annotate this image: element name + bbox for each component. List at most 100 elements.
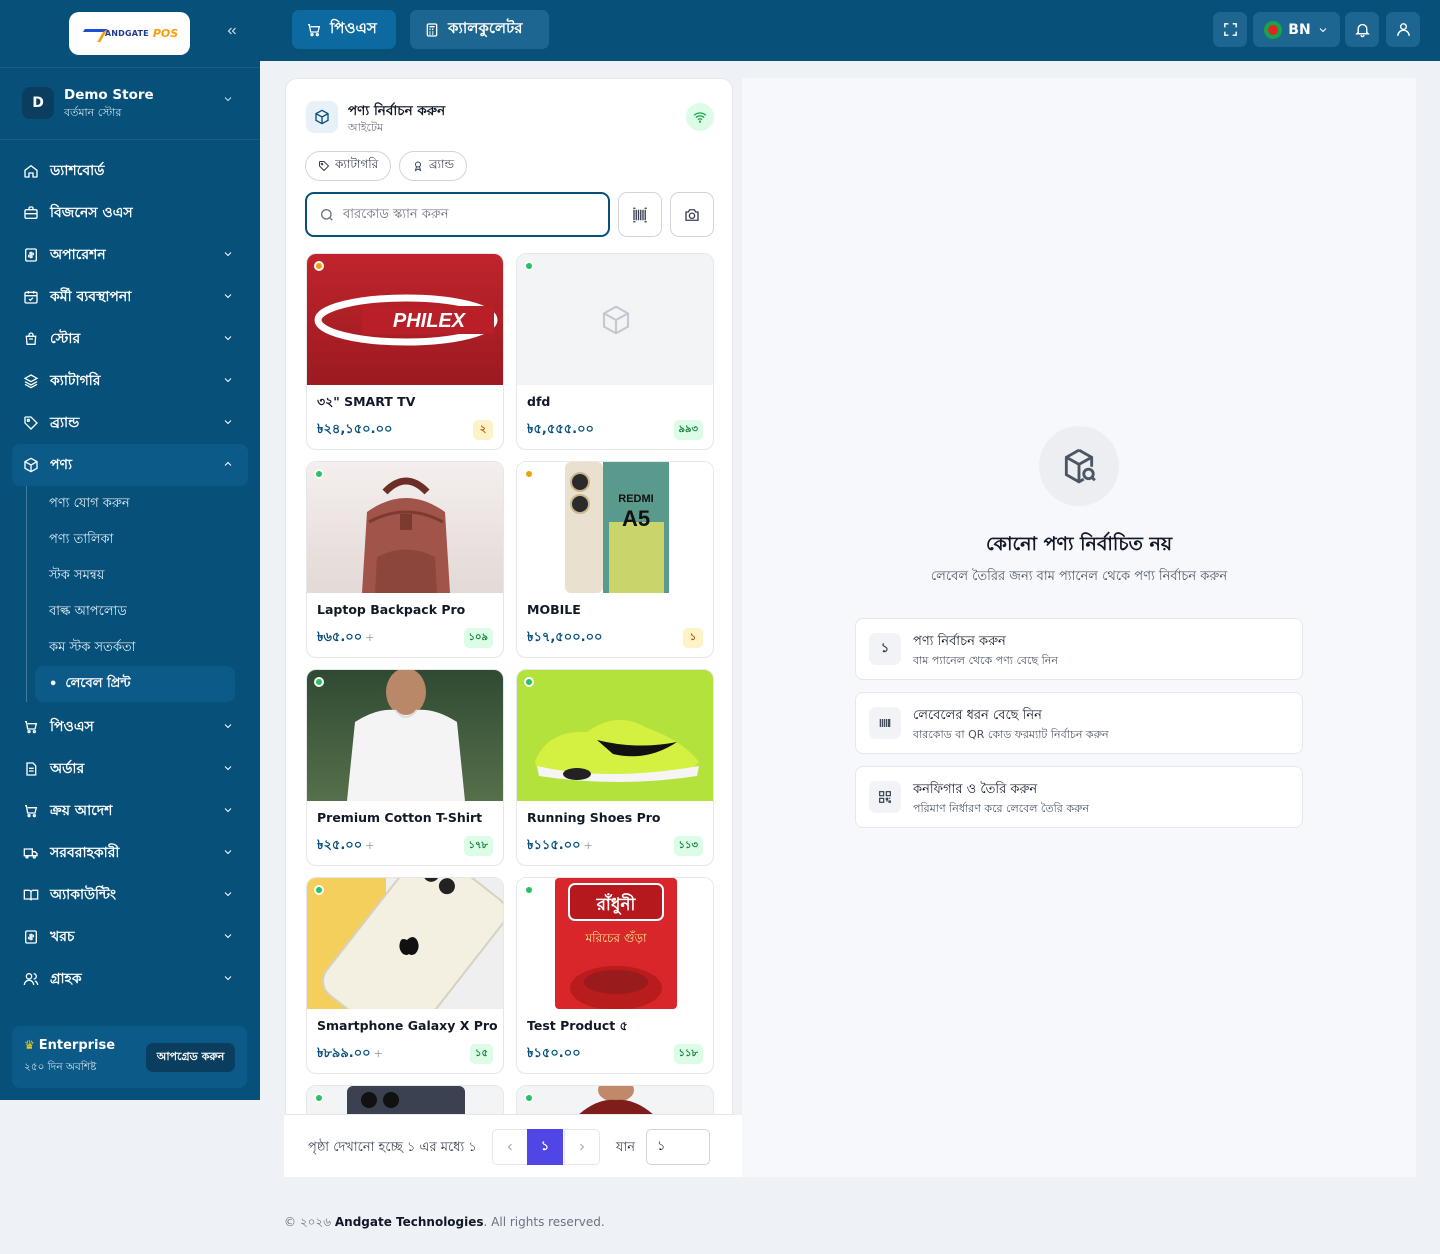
sidebar-item-expense[interactable]: খরচ [12, 916, 248, 958]
svg-text:REDMI: REDMI [618, 493, 653, 505]
stock-status-dot [314, 677, 324, 687]
tab-pos[interactable]: পিওএস [292, 10, 396, 49]
product-card[interactable]: PHILEX ৩২" SMART TV ৳২৪,১৫০.০০ ২ [306, 253, 504, 450]
product-card[interactable]: Premium Cotton T-Shirt ৳২৫.০০ + ১৭৮ [306, 669, 504, 866]
product-card[interactable]: রাঁধুনী মরিচের গুঁড়া Test Product ৫ ৳১৫… [516, 877, 714, 1074]
user-icon [1396, 23, 1410, 36]
step-number-badge: ১ [869, 633, 901, 665]
sidebar-item-label: ব্র্যান্ড [50, 415, 80, 431]
variant-plus: + [583, 839, 593, 852]
sidebar-item-product[interactable]: পণ্য [12, 444, 248, 486]
chevron-down-icon [222, 846, 234, 858]
variant-plus: + [365, 839, 375, 852]
stock-status-dot [524, 885, 534, 895]
step-title: লেবেলের ধরন বেছে নিন [913, 708, 1042, 723]
product-card[interactable] [516, 1085, 714, 1114]
sidebar-item-brand[interactable]: ব্র্যান্ড [12, 402, 248, 444]
sidebar-item-operations[interactable]: অপারেশন [12, 234, 248, 276]
barcode-search-input[interactable] [343, 207, 583, 222]
app-logo[interactable]: ANDGATE POS [69, 12, 190, 55]
submenu-bulk-upload[interactable]: বাল্ক আপলোড [27, 594, 248, 630]
cart-icon [22, 802, 40, 820]
product-name: ৩২" SMART TV [317, 394, 416, 409]
stock-badge: ১০৯ [463, 628, 493, 648]
cart-icon [308, 23, 321, 36]
sidebar-item-label: কর্মী ব্যবস্থাপনা [50, 289, 132, 305]
product-card[interactable]: dfd ৳৫,৫৫৫.০০ ৯৯৩ [516, 253, 714, 450]
sidebar-item-label: ড্যাশবোর্ড [50, 163, 105, 179]
submenu-low-stock[interactable]: কম স্টক সতর্কতা [27, 630, 248, 666]
sidebar-item-suppliers[interactable]: সরবরাহকারী [12, 832, 248, 874]
sidebar-item-staff[interactable]: কর্মী ব্যবস্থাপনা [12, 276, 248, 318]
sidebar-item-orders[interactable]: অর্ডার [12, 748, 248, 790]
qr-code-icon [869, 781, 901, 813]
product-price: ৳১৫০.০০ [527, 1044, 584, 1065]
footer-copyright: © ২০২৬ [284, 1215, 332, 1229]
stock-status-dot [314, 261, 324, 271]
store-icon [22, 330, 40, 348]
receipt-icon [22, 928, 40, 946]
sidebar-item-label: খরচ [50, 929, 75, 945]
submenu-add-product[interactable]: পণ্য যোগ করুন [27, 486, 248, 522]
upgrade-button[interactable]: আপগ্রেড করুন [146, 1043, 235, 1072]
stock-badge: ১১৩ [673, 836, 703, 856]
sidebar-item-category[interactable]: ক্যাটাগরি [12, 360, 248, 402]
box-icon [602, 304, 630, 335]
pagination-summary: পৃষ্ঠা দেখানো হচ্ছে ১ এর মধ্যে ১ [308, 1140, 477, 1155]
sidebar-item-label: অর্ডার [50, 761, 85, 777]
product-card[interactable]: Laptop Backpack Pro ৳৬৫.০০ + ১০৯ [306, 461, 504, 658]
svg-text:A5: A5 [622, 506, 650, 531]
sidebar-item-store[interactable]: স্টোর [12, 318, 248, 360]
sidebar-item-purchase-order[interactable]: ক্রয় আদেশ [12, 790, 248, 832]
chevron-down-icon [222, 930, 234, 942]
prev-page-button[interactable] [492, 1129, 528, 1165]
submenu-stock-adjust[interactable]: স্টক সমন্বয় [27, 558, 248, 594]
product-image-placeholder [517, 254, 713, 385]
plan-days-left: ২৫০ দিন অবশিষ্ট [24, 1061, 97, 1073]
step-title: পণ্য নির্বাচন করুন [913, 634, 1006, 649]
chevron-down-icon [222, 93, 234, 108]
footer-company-link[interactable]: Andgate Technologies [335, 1215, 484, 1229]
category-filter-chip[interactable]: ক্যাটাগরি [305, 151, 392, 181]
sidebar-item-business-os[interactable]: বিজনেস ওএস [12, 192, 248, 234]
store-switcher[interactable]: D Demo Store বর্তমান স্টোর [0, 67, 260, 140]
sidebar-item-pos[interactable]: পিওএস [12, 706, 248, 748]
go-to-page-input[interactable] [646, 1129, 710, 1165]
notifications-button[interactable] [1345, 12, 1379, 47]
chevron-down-icon [222, 374, 234, 386]
chevron-up-icon [222, 458, 234, 470]
product-image-camera-phone [307, 1086, 503, 1114]
product-card[interactable] [306, 1085, 504, 1114]
barcode-search-field[interactable] [305, 192, 610, 237]
fullscreen-button[interactable] [1213, 12, 1247, 47]
sidebar-item-dashboard[interactable]: ড্যাশবোর্ড [12, 150, 248, 192]
sidebar-item-accounting[interactable]: অ্যাকাউন্টিং [12, 874, 248, 916]
stock-status-dot [314, 1093, 324, 1103]
product-card[interactable]: REDMI A5 MOBILE ৳১৭,৫০০.০০ ১ [516, 461, 714, 658]
tab-calculator[interactable]: ক্যালকুলেটর [410, 10, 549, 49]
product-price: ৳১১৫.০০ + [527, 836, 593, 857]
logo-pos-text: POS [152, 27, 179, 40]
product-submenu: পণ্য যোগ করুন পণ্য তালিকা স্টক সমন্বয় ব… [26, 486, 248, 702]
product-price: ৳৮৯৯.০০ + [317, 1044, 383, 1065]
next-page-button[interactable] [564, 1129, 600, 1165]
brand-filter-chip[interactable]: ব্র্যান্ড [399, 151, 468, 181]
tag-icon [319, 161, 330, 172]
collapse-sidebar-icon[interactable] [222, 24, 242, 44]
sidebar-item-customers[interactable]: গ্রাহক [12, 958, 248, 1000]
submenu-product-list[interactable]: পণ্য তালিকা [27, 522, 248, 558]
user-menu-button[interactable] [1386, 12, 1420, 47]
page-number-button[interactable]: ১ [527, 1129, 563, 1165]
price-value: ৳২৫.০০ [317, 838, 363, 853]
language-select[interactable]: BN [1253, 12, 1340, 47]
product-card[interactable]: Smartphone Galaxy X Pro ৳৮৯৯.০০ + ১৫ [306, 877, 504, 1074]
product-card[interactable]: Running Shoes Pro ৳১১৫.০০ + ১১৩ [516, 669, 714, 866]
stock-badge: ১৫ [470, 1044, 493, 1064]
chip-label: ক্যাটাগরি [335, 157, 379, 171]
submenu-label-print[interactable]: লেবেল প্রিন্ট [35, 666, 235, 702]
price-value: ৳২৪,১৫০.০০ [317, 422, 393, 437]
product-price: ৳২৪,১৫০.০০ [317, 420, 395, 441]
product-image-smartphone [307, 878, 503, 1009]
camera-scan-button[interactable] [670, 192, 714, 237]
barcode-scan-button[interactable] [618, 192, 662, 237]
